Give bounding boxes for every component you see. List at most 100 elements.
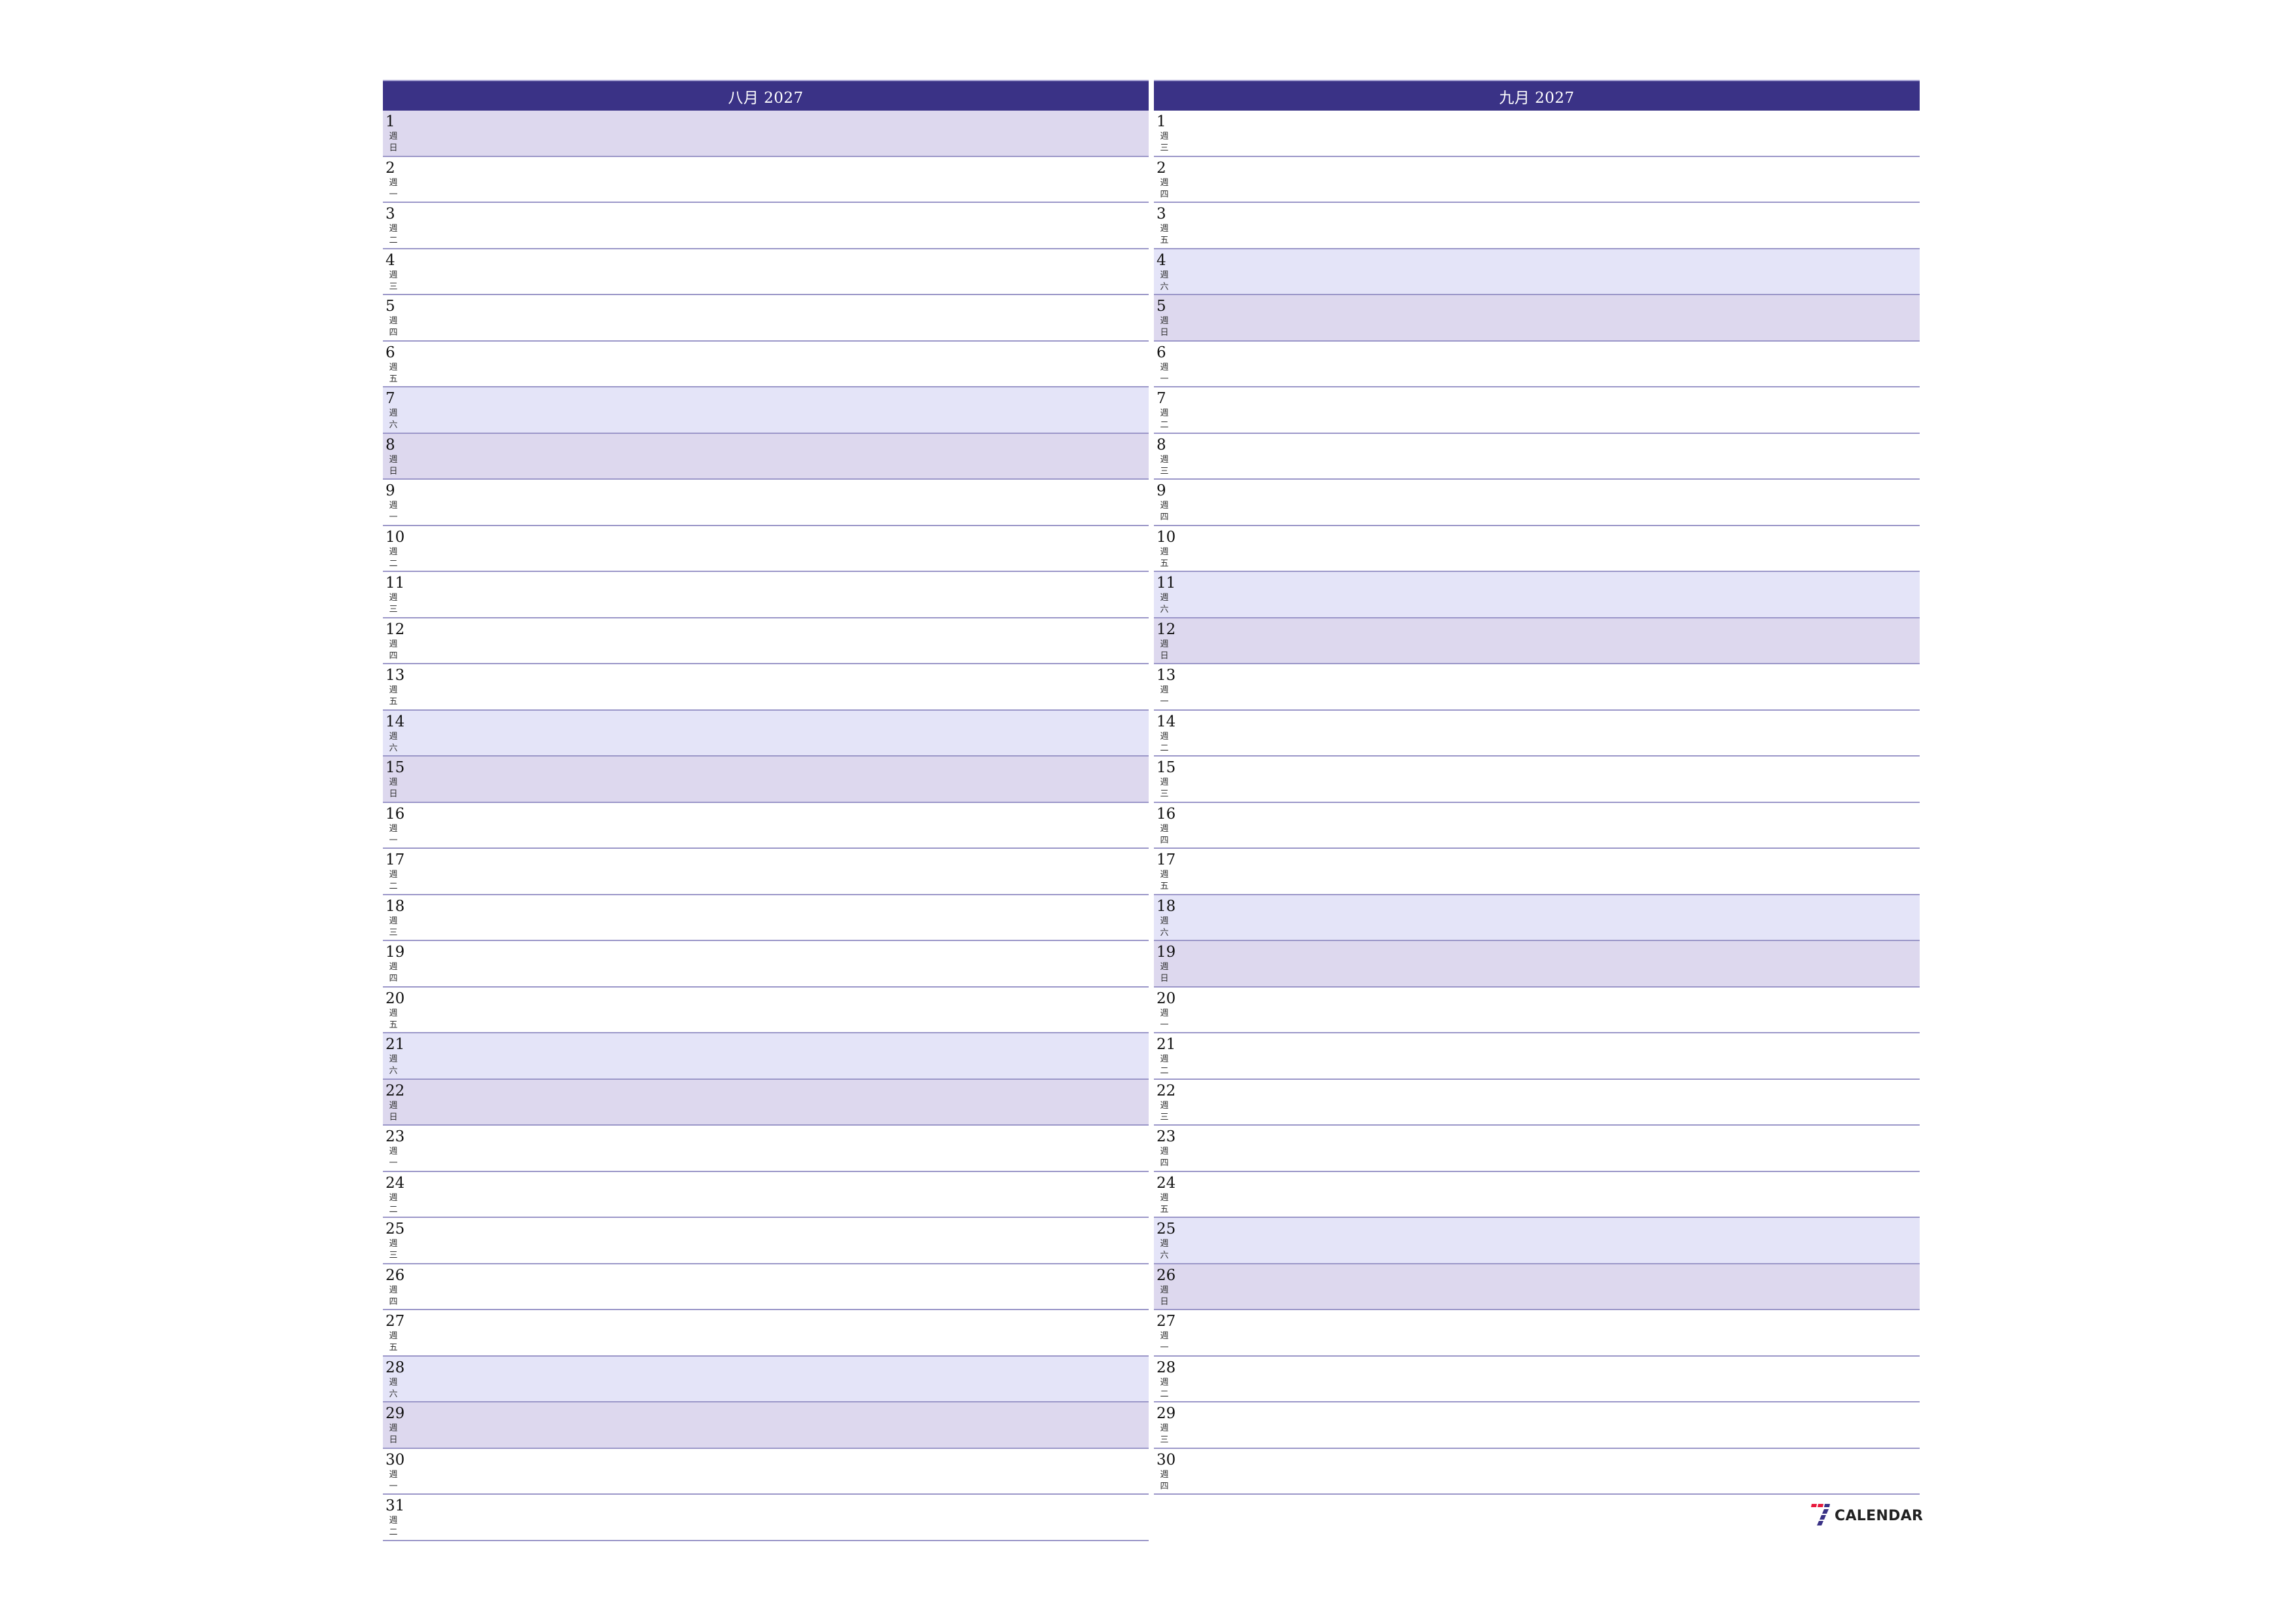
weekday-char: 三 (1160, 466, 1169, 476)
day-row[interactable]: 8週日 (383, 433, 1149, 480)
day-row[interactable]: 15 週三 (1154, 757, 1920, 803)
day-number: 3 (386, 205, 395, 223)
day-row[interactable]: 7週六 (383, 387, 1149, 434)
weekday-label: 週四 (1159, 177, 1170, 201)
weekday-label: 週五 (388, 1008, 399, 1031)
day-row[interactable]: 27 週一 (1154, 1310, 1920, 1357)
day-number: 10 (1157, 528, 1176, 546)
weekday-label: 週日 (388, 1100, 399, 1124)
day-row[interactable]: 11 週三 (383, 572, 1149, 618)
day-row[interactable]: 18 週六 (1154, 895, 1920, 941)
weekday-char: 三 (389, 281, 398, 292)
day-row[interactable]: 18 週三 (383, 895, 1149, 941)
weekday-char: 六 (1160, 281, 1169, 292)
weekday-char: 二 (1160, 743, 1169, 753)
day-row[interactable]: 9週一 (383, 480, 1149, 526)
day-number: 6 (386, 344, 395, 361)
weekday-label: 週三 (388, 1238, 399, 1262)
weekday-prefix: 週 (389, 1331, 398, 1341)
day-row[interactable]: 26 週日 (1154, 1264, 1920, 1310)
day-row[interactable]: 26 週四 (383, 1264, 1149, 1310)
day-row[interactable]: 9週四 (1154, 480, 1920, 526)
day-row[interactable]: 16 週四 (1154, 802, 1920, 849)
day-row[interactable]: 7週二 (1154, 387, 1920, 434)
day-row[interactable]: 4週三 (383, 249, 1149, 295)
day-row[interactable]: 8週三 (1154, 433, 1920, 480)
weekday-prefix: 週 (389, 270, 398, 280)
day-row[interactable]: 22 週三 (1154, 1079, 1920, 1126)
day-row[interactable]: 25 週六 (1154, 1218, 1920, 1264)
weekday-prefix: 週 (1160, 1008, 1169, 1018)
day-number: 15 (1157, 759, 1176, 776)
weekday-label: 週二 (1159, 731, 1170, 755)
day-row[interactable]: 27 週五 (383, 1310, 1149, 1357)
weekday-prefix: 週 (1160, 1331, 1169, 1341)
weekday-prefix: 週 (389, 316, 398, 326)
day-row[interactable]: 2週一 (383, 156, 1149, 203)
day-number: 8 (386, 436, 395, 454)
day-number: 22 (386, 1082, 405, 1099)
day-row[interactable]: 21 週六 (383, 1033, 1149, 1080)
day-row[interactable]: 31 週二 (383, 1495, 1149, 1541)
weekday-label: 週六 (1159, 592, 1170, 616)
day-row[interactable]: 28 週六 (383, 1356, 1149, 1402)
day-row[interactable]: 10 週二 (383, 526, 1149, 572)
day-row[interactable]: 24 週五 (1154, 1171, 1920, 1218)
day-row[interactable]: 20 週一 (1154, 987, 1920, 1033)
day-row[interactable]: 6週五 (383, 341, 1149, 387)
weekday-char: 五 (389, 697, 398, 707)
day-row[interactable]: 1週三 (1154, 111, 1920, 157)
weekday-label: 週三 (388, 592, 399, 616)
day-row[interactable]: 20 週五 (383, 987, 1149, 1033)
day-row[interactable]: 17 週二 (383, 849, 1149, 895)
weekday-label: 週日 (1159, 639, 1170, 662)
day-row[interactable]: 19 週四 (383, 941, 1149, 988)
day-row[interactable]: 1週日 (383, 111, 1149, 157)
day-row[interactable]: 23 週四 (1154, 1126, 1920, 1172)
month-title: 九月 2027 (1154, 80, 1920, 111)
day-row[interactable]: 15 週日 (383, 757, 1149, 803)
day-row[interactable]: 12 週四 (383, 618, 1149, 664)
weekday-prefix: 週 (389, 1100, 398, 1111)
weekday-label: 週一 (388, 1146, 399, 1169)
day-row[interactable]: 12 週日 (1154, 618, 1920, 664)
weekday-prefix: 週 (389, 1285, 398, 1295)
day-row[interactable]: 4週六 (1154, 249, 1920, 295)
day-row[interactable]: 13 週一 (1154, 664, 1920, 711)
weekday-char: 三 (1160, 1435, 1169, 1445)
day-row[interactable]: 23 週一 (383, 1126, 1149, 1172)
day-row[interactable]: 28 週二 (1154, 1356, 1920, 1402)
day-row[interactable]: 11 週六 (1154, 572, 1920, 618)
day-row[interactable]: 14 週二 (1154, 710, 1920, 757)
day-row[interactable]: 17 週五 (1154, 849, 1920, 895)
day-row[interactable]: 24 週二 (383, 1171, 1149, 1218)
day-row[interactable]: 22 週日 (383, 1079, 1149, 1126)
day-row[interactable]: 21 週二 (1154, 1033, 1920, 1080)
weekday-label: 週二 (388, 223, 399, 247)
day-row[interactable]: 19 週日 (1154, 941, 1920, 988)
weekday-char: 二 (389, 1204, 398, 1215)
day-row[interactable]: 2週四 (1154, 156, 1920, 203)
weekday-prefix: 週 (389, 1008, 398, 1018)
day-row[interactable]: 5週日 (1154, 295, 1920, 342)
day-number: 26 (1157, 1266, 1176, 1284)
day-row[interactable]: 10 週五 (1154, 526, 1920, 572)
day-row[interactable]: 3週五 (1154, 203, 1920, 249)
weekday-label: 週一 (1159, 362, 1170, 385)
day-row[interactable]: 13 週五 (383, 664, 1149, 711)
day-number: 23 (1157, 1128, 1176, 1145)
day-row[interactable]: 14 週六 (383, 710, 1149, 757)
weekday-label: 週一 (1159, 1008, 1170, 1031)
day-row[interactable]: 30 週一 (383, 1448, 1149, 1495)
day-row[interactable]: 5週四 (383, 295, 1149, 342)
day-row[interactable]: 30 週四 (1154, 1448, 1920, 1495)
day-row[interactable]: 29 週日 (383, 1402, 1149, 1449)
day-number: 29 (386, 1405, 405, 1422)
day-row[interactable]: 16 週一 (383, 802, 1149, 849)
weekday-label: 週一 (1159, 1330, 1170, 1354)
day-row[interactable]: 6週一 (1154, 341, 1920, 387)
day-row[interactable]: 25 週三 (383, 1218, 1149, 1264)
weekday-label: 週四 (1159, 823, 1170, 847)
day-row[interactable]: 29 週三 (1154, 1402, 1920, 1449)
day-row[interactable]: 3週二 (383, 203, 1149, 249)
